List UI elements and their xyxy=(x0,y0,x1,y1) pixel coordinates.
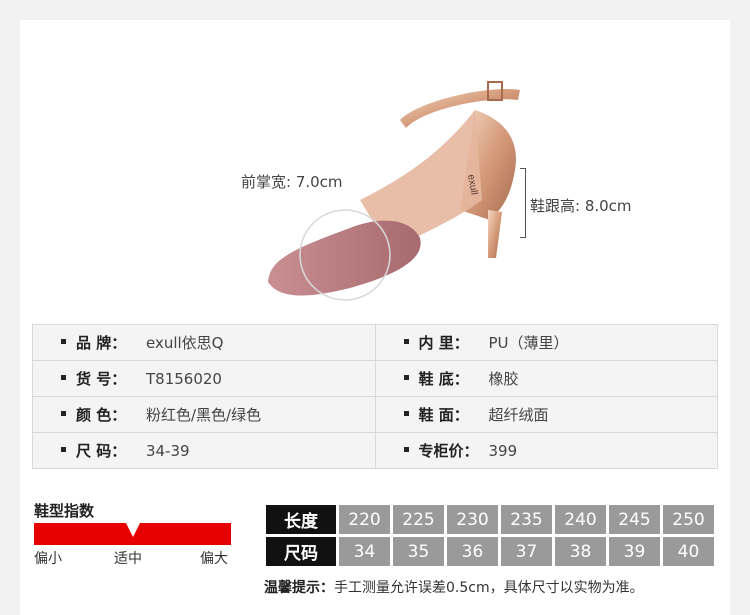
heel-height-label: 鞋跟高: 8.0cm xyxy=(530,197,632,215)
length-cell: 235 xyxy=(501,505,552,534)
bullet-icon xyxy=(403,339,409,344)
spec-key: 专柜价： xyxy=(418,442,479,460)
spec-cell: 鞋 面： 超纤绒面 xyxy=(374,396,718,433)
measurement-tip: 温馨提示：手工测量允许误差0.5cm，具体尺寸以实物为准。 xyxy=(264,577,644,597)
bullet-icon xyxy=(403,447,409,452)
spec-row: 品 牌： exull依思Q 内 里： PU（薄里） xyxy=(32,324,718,361)
spec-key: 鞋 底： xyxy=(418,370,469,388)
spec-cell: 货 号： T8156020 xyxy=(32,360,376,397)
spec-cell: 专柜价： 399 xyxy=(374,432,718,469)
size-cell: 35 xyxy=(393,537,444,566)
bullet-icon xyxy=(61,411,66,416)
spec-table: 品 牌： exull依思Q 内 里： PU（薄里） 货 号： T8156020 鞋 底… xyxy=(32,324,718,469)
fit-label-normal: 适中 xyxy=(114,551,142,567)
spec-key: 鞋 面： xyxy=(418,406,469,424)
product-detail-panel: exull 前掌宽: 7.0cm 鞋跟高: 8.0cm 品 牌： exull依思Q… xyxy=(20,20,730,615)
length-row: 长度 220 225 230 235 240 245 250 xyxy=(266,505,714,534)
spec-value: 超纤绒面 xyxy=(488,406,549,424)
fit-index-title: 鞋型指数 xyxy=(34,502,95,520)
spec-value: 橡胶 xyxy=(488,370,519,388)
tip-label: 温馨提示： xyxy=(264,580,334,596)
spec-value: T8156020 xyxy=(146,370,222,388)
spec-key: 品 牌： xyxy=(76,334,127,352)
heel-height-bracket xyxy=(520,168,526,238)
bullet-icon xyxy=(61,339,66,344)
spec-cell: 尺 码： 34-39 xyxy=(32,432,376,469)
spec-cell: 内 里： PU（薄里） xyxy=(374,324,718,361)
size-cell: 34 xyxy=(339,537,390,566)
spec-key: 货 号： xyxy=(76,370,127,388)
length-header: 长度 xyxy=(266,505,336,534)
spec-key: 内 里： xyxy=(418,334,469,352)
fit-marker-icon xyxy=(125,523,140,537)
spec-key: 颜 色： xyxy=(76,406,127,424)
spec-value: 34-39 xyxy=(146,442,190,460)
bullet-icon xyxy=(403,375,409,380)
size-cell: 40 xyxy=(663,537,714,566)
tip-text: 手工测量允许误差0.5cm，具体尺寸以实物为准。 xyxy=(334,580,644,596)
spec-row: 尺 码： 34-39 专柜价： 399 xyxy=(32,432,718,469)
spec-row: 颜 色： 粉红色/黑色/绿色 鞋 面： 超纤绒面 xyxy=(32,396,718,433)
fit-label-small: 偏小 xyxy=(34,551,62,567)
spec-value: 399 xyxy=(488,442,518,460)
length-cell: 245 xyxy=(609,505,660,534)
size-header: 尺码 xyxy=(266,537,336,566)
bullet-icon xyxy=(61,447,66,452)
length-cell: 220 xyxy=(339,505,390,534)
size-cell: 36 xyxy=(447,537,498,566)
bullet-icon xyxy=(403,411,409,416)
toe-width-label: 前掌宽: 7.0cm xyxy=(241,173,343,191)
spec-cell: 鞋 底： 橡胶 xyxy=(374,360,718,397)
spec-value: 粉红色/黑色/绿色 xyxy=(146,406,262,424)
fit-label-large: 偏大 xyxy=(200,551,228,567)
size-cell: 39 xyxy=(609,537,660,566)
spec-value: PU（薄里） xyxy=(488,334,569,352)
product-image-area: exull 前掌宽: 7.0cm 鞋跟高: 8.0cm xyxy=(20,20,730,320)
size-cell: 38 xyxy=(555,537,606,566)
spec-row: 货 号： T8156020 鞋 底： 橡胶 xyxy=(32,360,718,397)
spec-cell: 颜 色： 粉红色/黑色/绿色 xyxy=(32,396,376,433)
length-cell: 240 xyxy=(555,505,606,534)
length-cell: 250 xyxy=(663,505,714,534)
size-cell: 37 xyxy=(501,537,552,566)
bullet-icon xyxy=(61,375,66,380)
length-cell: 230 xyxy=(447,505,498,534)
spec-key: 尺 码： xyxy=(76,442,127,460)
size-row: 尺码 34 35 36 37 38 39 40 xyxy=(266,537,714,566)
size-table: 长度 220 225 230 235 240 245 250 尺码 34 35 … xyxy=(263,502,717,569)
spec-cell: 品 牌： exull依思Q xyxy=(32,324,376,361)
spec-value: exull依思Q xyxy=(146,334,224,352)
length-cell: 225 xyxy=(393,505,444,534)
